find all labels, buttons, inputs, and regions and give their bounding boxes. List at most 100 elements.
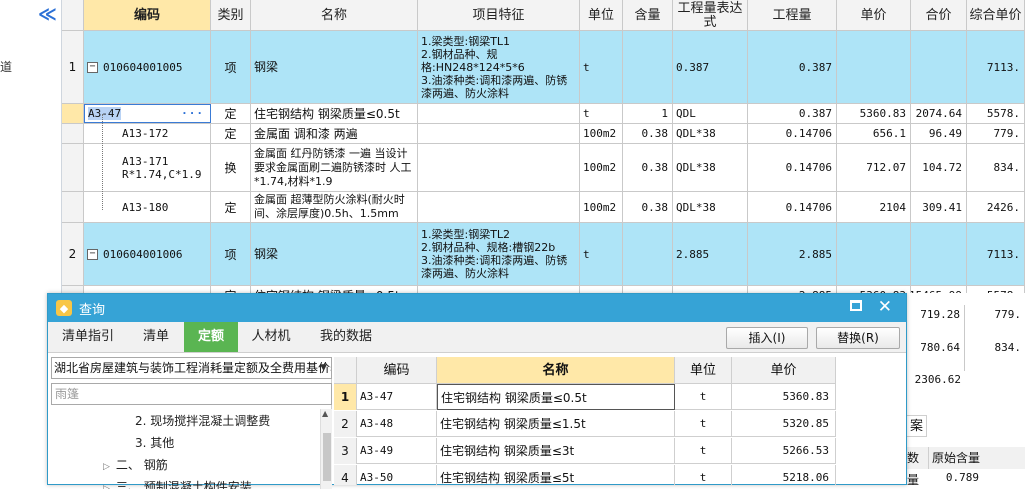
price-cell[interactable]	[837, 31, 911, 103]
name-cell[interactable]: 钢梁	[251, 223, 418, 285]
unit-price-cell[interactable]: 5578.	[967, 104, 1025, 123]
total-cell[interactable]: 104.72	[911, 144, 967, 191]
content-column-header[interactable]: 含量	[623, 0, 673, 31]
result-row[interactable]: 1 A3-47 住宅钢结构 钢梁质量≤0.5t t 5360.83	[334, 384, 836, 410]
content-cell[interactable]: 0.38	[623, 144, 673, 191]
insert-button[interactable]: 插入(I)	[726, 327, 808, 349]
result-unit-cell[interactable]: t	[675, 384, 732, 410]
name-cell[interactable]: 钢梁	[251, 31, 418, 103]
type-cell[interactable]: 定	[211, 104, 251, 123]
content-cell[interactable]: 1	[623, 104, 673, 123]
unit-cell[interactable]: t	[580, 104, 623, 123]
name-cell[interactable]: 金属面 调和漆 两遍	[251, 124, 418, 143]
unit-price-cell[interactable]: 2426.	[967, 192, 1025, 222]
price-cell[interactable]: 2104	[837, 192, 911, 222]
code-edit-field[interactable]: A3-47 ···	[84, 104, 211, 123]
feature-cell[interactable]	[418, 104, 580, 123]
tree-item[interactable]: ▷ 三、 预制混凝土构件安装	[103, 478, 252, 489]
name-cell[interactable]: 金属面 超薄型防火涂料(耐火时间、涂层厚度)0.5h、1.5mm	[251, 192, 418, 222]
collapse-tree-icon[interactable]: −	[87, 61, 98, 73]
unit-price-column-header[interactable]: 综合单价	[967, 0, 1025, 31]
feature-cell[interactable]: 1.梁类型:钢梁TL2 2.钢材品种、规格:槽钢22b 3.油漆种类:调和漆两遍…	[418, 223, 580, 285]
code-column-header[interactable]: 编码	[84, 0, 211, 31]
expression-cell[interactable]: QDL*38	[673, 144, 748, 191]
type-cell[interactable]: 定	[211, 124, 251, 143]
result-row[interactable]: 3 A3-49 住宅钢结构 钢梁质量≤3t t 5266.53	[334, 438, 836, 464]
replace-button[interactable]: 替换(R)	[816, 327, 900, 349]
result-unit-header[interactable]: 单位	[675, 357, 732, 384]
code-cell[interactable]: −010604001006	[84, 223, 211, 285]
tab-list-guide[interactable]: 清单指引	[48, 322, 128, 352]
tree-item[interactable]: 2. 现场搅拌混凝土调整费	[135, 412, 270, 429]
table-row[interactable]: 2 −010604001006 项 钢梁 1.梁类型:钢梁TL2 2.钢材品种、…	[62, 223, 1025, 286]
result-price-cell[interactable]: 5360.83	[732, 384, 836, 410]
name-cell[interactable]: 住宅钢结构 钢梁质量≤0.5t	[251, 104, 418, 123]
collapse-tree-icon[interactable]: −	[87, 248, 98, 260]
unit-cell[interactable]: 100m2	[580, 144, 623, 191]
quantity-cell[interactable]: 2.885	[748, 223, 837, 285]
content-cell[interactable]	[623, 223, 673, 285]
tab-quota[interactable]: 定额	[184, 322, 238, 352]
code-cell[interactable]: −010604001005	[84, 31, 211, 103]
quantity-column-header[interactable]: 工程量	[748, 0, 837, 31]
tab-my-data[interactable]: 我的数据	[304, 322, 388, 352]
expand-arrow-icon[interactable]: ▷	[103, 462, 110, 472]
result-code-cell[interactable]: A3-50	[357, 465, 437, 485]
dialog-titlebar[interactable]: ◆ 查询 ✕	[48, 294, 906, 322]
tab-list[interactable]: 清单	[128, 322, 184, 352]
type-cell[interactable]: 换	[211, 144, 251, 191]
content-cell[interactable]: 0.38	[623, 192, 673, 222]
result-unit-cell[interactable]: t	[675, 438, 732, 464]
collapse-panel-icon[interactable]: ≪	[38, 6, 57, 24]
tree-item[interactable]: ▷ 二、 钢筋	[103, 456, 168, 473]
total-cell[interactable]: 2074.64	[911, 104, 967, 123]
price-column-header[interactable]: 单价	[837, 0, 911, 31]
tab-fragment[interactable]: 案	[907, 415, 927, 437]
unit-price-cell[interactable]: 779.	[967, 124, 1025, 143]
expression-cell[interactable]: QDL*38	[673, 124, 748, 143]
quantity-cell[interactable]: 0.14706	[748, 192, 837, 222]
maximize-icon[interactable]	[850, 300, 862, 311]
unit-price-cell[interactable]: 7113.	[967, 223, 1025, 285]
unit-cell[interactable]: 100m2	[580, 192, 623, 222]
type-cell[interactable]: 项	[211, 223, 251, 285]
quantity-cell[interactable]: 0.387	[748, 31, 837, 103]
scroll-up-icon[interactable]: ▲	[322, 409, 328, 418]
code-cell[interactable]: A13-171 R*1.74,C*1.9	[84, 144, 211, 191]
content-cell[interactable]	[623, 31, 673, 103]
price-cell[interactable]: 656.1	[837, 124, 911, 143]
result-unit-cell[interactable]: t	[675, 465, 732, 485]
result-code-header[interactable]: 编码	[357, 357, 437, 384]
expression-column-header[interactable]: 工程量表达式	[673, 0, 748, 31]
table-row[interactable]: A3-47 ··· 定 住宅钢结构 钢梁质量≤0.5t t 1 QDL 0.387…	[62, 104, 1025, 124]
table-row[interactable]: A13-172 定 金属面 调和漆 两遍 100m2 0.38 QDL*38 0…	[62, 124, 1025, 144]
result-code-cell[interactable]: A3-47	[357, 384, 437, 410]
quantity-cell[interactable]: 0.387	[748, 104, 837, 123]
result-price-cell[interactable]: 5266.53	[732, 438, 836, 464]
name-column-header[interactable]: 名称	[251, 0, 418, 31]
table-row[interactable]: A13-171 R*1.74,C*1.9 换 金属面 红丹防锈漆 一遍 当设计要…	[62, 144, 1025, 192]
search-input[interactable]: 雨篷	[51, 383, 332, 405]
quantity-cell[interactable]: 0.14706	[748, 124, 837, 143]
type-cell[interactable]: 项	[211, 31, 251, 103]
code-cell[interactable]: A13-172	[84, 124, 211, 143]
unit-cell[interactable]: t	[580, 31, 623, 103]
name-cell[interactable]: 金属面 红丹防锈漆 一遍 当设计要求金属面刷二遍防锈漆时 人工*1.74,材料*…	[251, 144, 418, 191]
type-column-header[interactable]: 类别	[211, 0, 251, 31]
scrollbar-thumb[interactable]	[323, 433, 331, 481]
result-name-header[interactable]: 名称	[437, 357, 675, 384]
feature-cell[interactable]: 1.梁类型:钢梁TL1 2.钢材品种、规格:HN248*124*5*6 3.油漆…	[418, 31, 580, 103]
total-cell[interactable]: 309.41	[911, 192, 967, 222]
quantity-cell[interactable]: 0.14706	[748, 144, 837, 191]
tab-labor-material-machine[interactable]: 人材机	[238, 322, 304, 352]
result-name-cell[interactable]: 住宅钢结构 钢梁质量≤5t	[437, 465, 675, 485]
feature-cell[interactable]	[418, 124, 580, 143]
result-unit-cell[interactable]: t	[675, 411, 732, 437]
quota-library-select[interactable]: 湖北省房屋建筑与装饰工程消耗量定额及全费用基价表(2018)▼	[51, 357, 332, 379]
feature-column-header[interactable]: 项目特征	[418, 0, 580, 31]
tree-item[interactable]: 3. 其他	[135, 434, 174, 451]
result-price-cell[interactable]: 5320.85	[732, 411, 836, 437]
price-cell[interactable]: 5360.83	[837, 104, 911, 123]
feature-cell[interactable]	[418, 192, 580, 222]
result-code-cell[interactable]: A3-49	[357, 438, 437, 464]
